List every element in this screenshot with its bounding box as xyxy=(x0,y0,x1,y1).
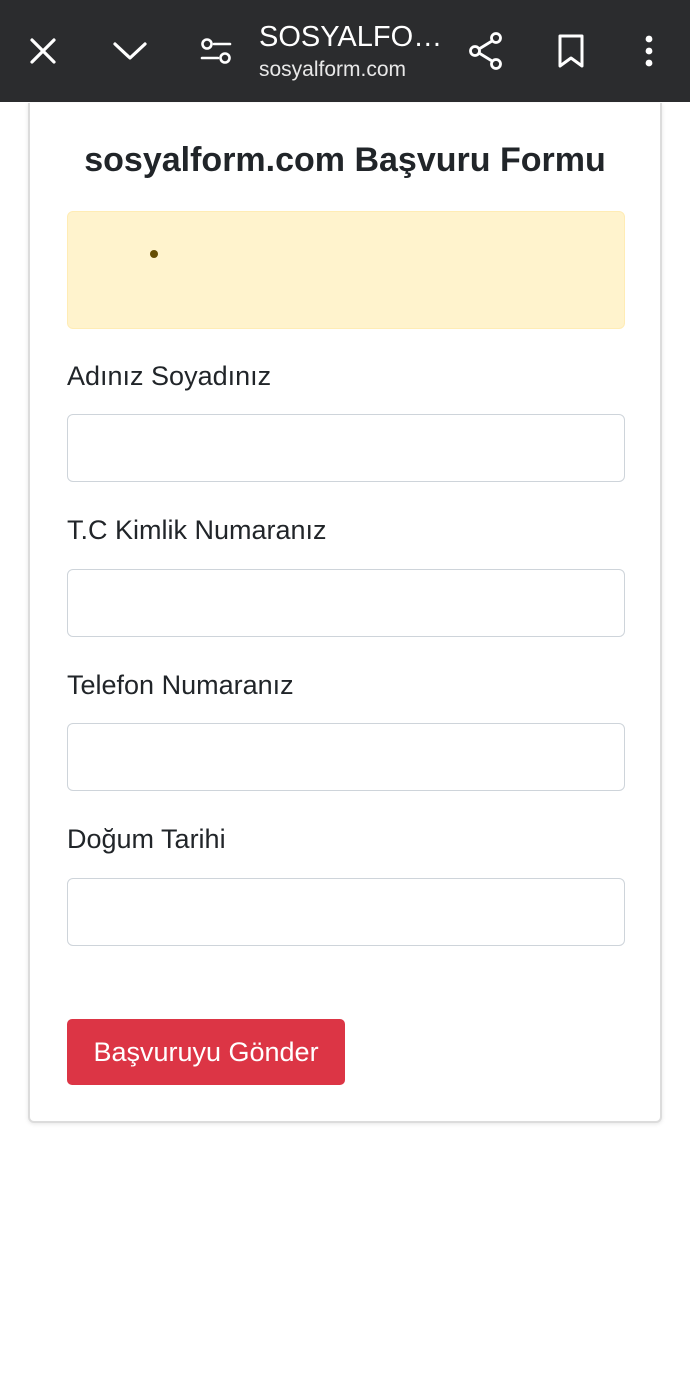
close-icon[interactable] xyxy=(19,27,67,75)
application-form-card: sosyalform.com Başvuru Formu Adınız Soya… xyxy=(28,103,662,1123)
tc-id-input[interactable] xyxy=(67,569,625,637)
site-settings-icon[interactable] xyxy=(192,27,240,75)
form-title: sosyalform.com Başvuru Formu xyxy=(84,141,606,179)
warning-alert xyxy=(67,211,625,329)
browser-page-title: SOSYALFORM.COM xyxy=(259,21,449,53)
bookmark-icon[interactable] xyxy=(547,27,595,75)
birth-date-label: Doğum Tarihi xyxy=(67,824,226,854)
share-icon[interactable] xyxy=(462,27,510,75)
alert-list xyxy=(150,242,158,258)
birth-date-input[interactable] xyxy=(67,878,625,946)
phone-label: Telefon Numaranız xyxy=(67,670,294,700)
submit-button[interactable]: Başvuruyu Gönder xyxy=(67,1019,345,1085)
alert-list-item xyxy=(150,250,158,258)
more-options-icon[interactable] xyxy=(625,27,673,75)
name-label: Adınız Soyadınız xyxy=(67,361,272,391)
chevron-down-icon[interactable] xyxy=(106,27,154,75)
browser-toolbar: SOSYALFORM.COM sosyalform.com xyxy=(0,0,690,102)
tc-id-label: T.C Kimlik Numaranız xyxy=(67,515,327,545)
phone-input[interactable] xyxy=(67,723,625,791)
page-title-area[interactable]: SOSYALFORM.COM sosyalform.com xyxy=(259,20,449,83)
name-input[interactable] xyxy=(67,414,625,482)
browser-url: sosyalform.com xyxy=(259,58,407,81)
